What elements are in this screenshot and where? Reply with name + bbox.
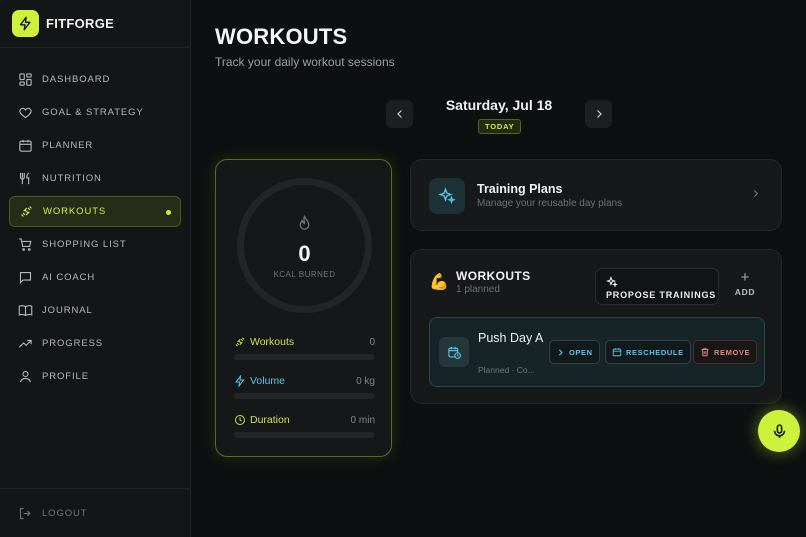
page-subtitle: Track your daily workout sessions (215, 55, 395, 69)
flame-icon (299, 215, 310, 230)
propose-trainings-label: PROPOSE TRAININGS (606, 290, 717, 300)
kcal-label: KCAL BURNED (273, 270, 336, 279)
sidebar-nav: DASHBOARD GOAL & STRATEGY PLANNER NUTRIT… (0, 48, 190, 392)
sidebar-item-label: PROGRESS (42, 338, 104, 349)
open-label: OPEN (569, 347, 593, 357)
workouts-count: 1 planned (456, 284, 500, 295)
sidebar-item-nutrition[interactable]: NUTRITION (9, 163, 181, 194)
dashboard-icon (19, 73, 32, 86)
sparkles-icon (429, 178, 465, 214)
sidebar-item-label: AI COACH (42, 272, 96, 283)
sidebar-item-label: WORKOUTS (43, 206, 107, 217)
sidebar-item-label: GOAL & STRATEGY (42, 107, 144, 118)
calendar-clock-icon (439, 337, 469, 367)
lightning-icon (235, 375, 245, 387)
sidebar-item-label: PROFILE (42, 371, 89, 382)
dumbbell-icon (21, 206, 32, 217)
active-indicator-dot (166, 210, 171, 215)
stat-label: Duration (250, 414, 290, 426)
calories-ring: 0 KCAL BURNED (237, 178, 372, 313)
today-badge: TODAY (478, 119, 522, 134)
sidebar-item-ai-coach[interactable]: AI COACH (9, 262, 181, 293)
voice-input-button[interactable] (758, 410, 800, 452)
training-plans-subtitle: Manage your reusable day plans (477, 198, 623, 209)
dumbbell-icon (235, 337, 245, 347)
stat-value: 0 kg (356, 375, 375, 387)
main-content: WORKOUTS Track your daily workout sessio… (191, 0, 806, 537)
logout-label: LOGOUT (42, 507, 88, 519)
workouts-card: 💪 WORKOUTS 1 planned PROPOSE TRAININGS +… (410, 249, 782, 404)
sidebar-item-profile[interactable]: PROFILE (9, 361, 181, 392)
logout-icon (19, 507, 31, 519)
sidebar-item-label: DASHBOARD (42, 74, 111, 85)
logout-button[interactable]: LOGOUT (0, 488, 190, 537)
stat-duration: Duration 0 min (234, 414, 375, 438)
user-icon (19, 370, 32, 383)
reschedule-session-button[interactable]: RESCHEDULE (605, 340, 691, 364)
sidebar-item-label: JOURNAL (42, 305, 93, 316)
sidebar-item-label: NUTRITION (42, 173, 102, 184)
page-title: WORKOUTS (215, 24, 348, 49)
trash-icon (701, 348, 709, 357)
calendar-icon (612, 348, 622, 357)
stat-label: Workouts (250, 336, 295, 348)
stat-volume: Volume 0 kg (234, 375, 375, 399)
sidebar-item-goal-strategy[interactable]: GOAL & STRATEGY (9, 97, 181, 128)
training-plans-title: Training Plans (477, 182, 563, 196)
current-date: Saturday, Jul 18 (445, 97, 553, 113)
stat-progress-bar (234, 354, 375, 360)
chevron-right-icon (753, 189, 759, 198)
session-meta: Planned · Co... (478, 365, 535, 375)
microphone-icon (773, 423, 785, 438)
sidebar: FITFORGE DASHBOARD GOAL & STRATEGY PLANN… (0, 0, 191, 537)
training-plans-card[interactable]: Training Plans Manage your reusable day … (410, 159, 782, 231)
stat-value: 0 min (350, 414, 375, 426)
heart-icon (19, 107, 32, 119)
calories-summary-card: 0 KCAL BURNED Workouts 0 Volume 0 kg Dur… (215, 159, 392, 457)
date-navigator: Saturday, Jul 18 TODAY (386, 97, 612, 134)
chat-icon (19, 271, 32, 284)
open-session-button[interactable]: OPEN (549, 340, 600, 364)
lightning-logo-icon (12, 10, 39, 37)
brand-name: FITFORGE (46, 16, 115, 31)
session-name: Push Day A (478, 331, 544, 345)
trending-up-icon (18, 339, 32, 348)
sidebar-item-progress[interactable]: PROGRESS (9, 328, 181, 359)
stat-workouts: Workouts 0 (234, 336, 375, 360)
add-workout-button[interactable]: + ADD (731, 269, 759, 297)
brand[interactable]: FITFORGE (0, 0, 190, 48)
calendar-icon (19, 139, 32, 152)
sidebar-item-workouts[interactable]: WORKOUTS (9, 196, 181, 227)
stat-progress-bar (234, 393, 375, 399)
stat-label: Volume (250, 375, 286, 387)
workouts-title: WORKOUTS (456, 269, 531, 283)
chevron-right-icon (558, 348, 563, 356)
remove-session-button[interactable]: REMOVE (693, 340, 758, 364)
app-root: FITFORGE DASHBOARD GOAL & STRATEGY PLANN… (0, 0, 806, 537)
stat-value: 0 (369, 336, 375, 348)
add-label: ADD (734, 287, 756, 297)
cart-icon (19, 238, 32, 251)
sidebar-item-planner[interactable]: PLANNER (9, 130, 181, 161)
sidebar-item-dashboard[interactable]: DASHBOARD (9, 64, 181, 95)
next-day-button[interactable] (585, 100, 612, 128)
sparkles-icon (606, 276, 618, 288)
kcal-value: 0 (298, 241, 311, 266)
utensils-icon (19, 172, 30, 185)
chevron-right-icon (596, 110, 602, 118)
sidebar-item-label: PLANNER (42, 140, 94, 151)
plus-icon: + (740, 269, 750, 286)
sidebar-item-journal[interactable]: JOURNAL (9, 295, 181, 326)
sidebar-item-label: SHOPPING LIST (42, 239, 127, 250)
propose-trainings-button[interactable]: PROPOSE TRAININGS (595, 268, 719, 305)
clock-icon (235, 415, 245, 425)
flexed-biceps-icon: 💪 (429, 274, 449, 291)
workout-session-item[interactable]: Push Day A Planned · Co... OPEN RESCHEDU… (429, 317, 765, 387)
remove-label: REMOVE (714, 347, 751, 357)
reschedule-label: RESCHEDULE (626, 347, 684, 357)
book-icon (18, 305, 33, 317)
sidebar-item-shopping-list[interactable]: SHOPPING LIST (9, 229, 181, 260)
stat-progress-bar (234, 432, 375, 438)
